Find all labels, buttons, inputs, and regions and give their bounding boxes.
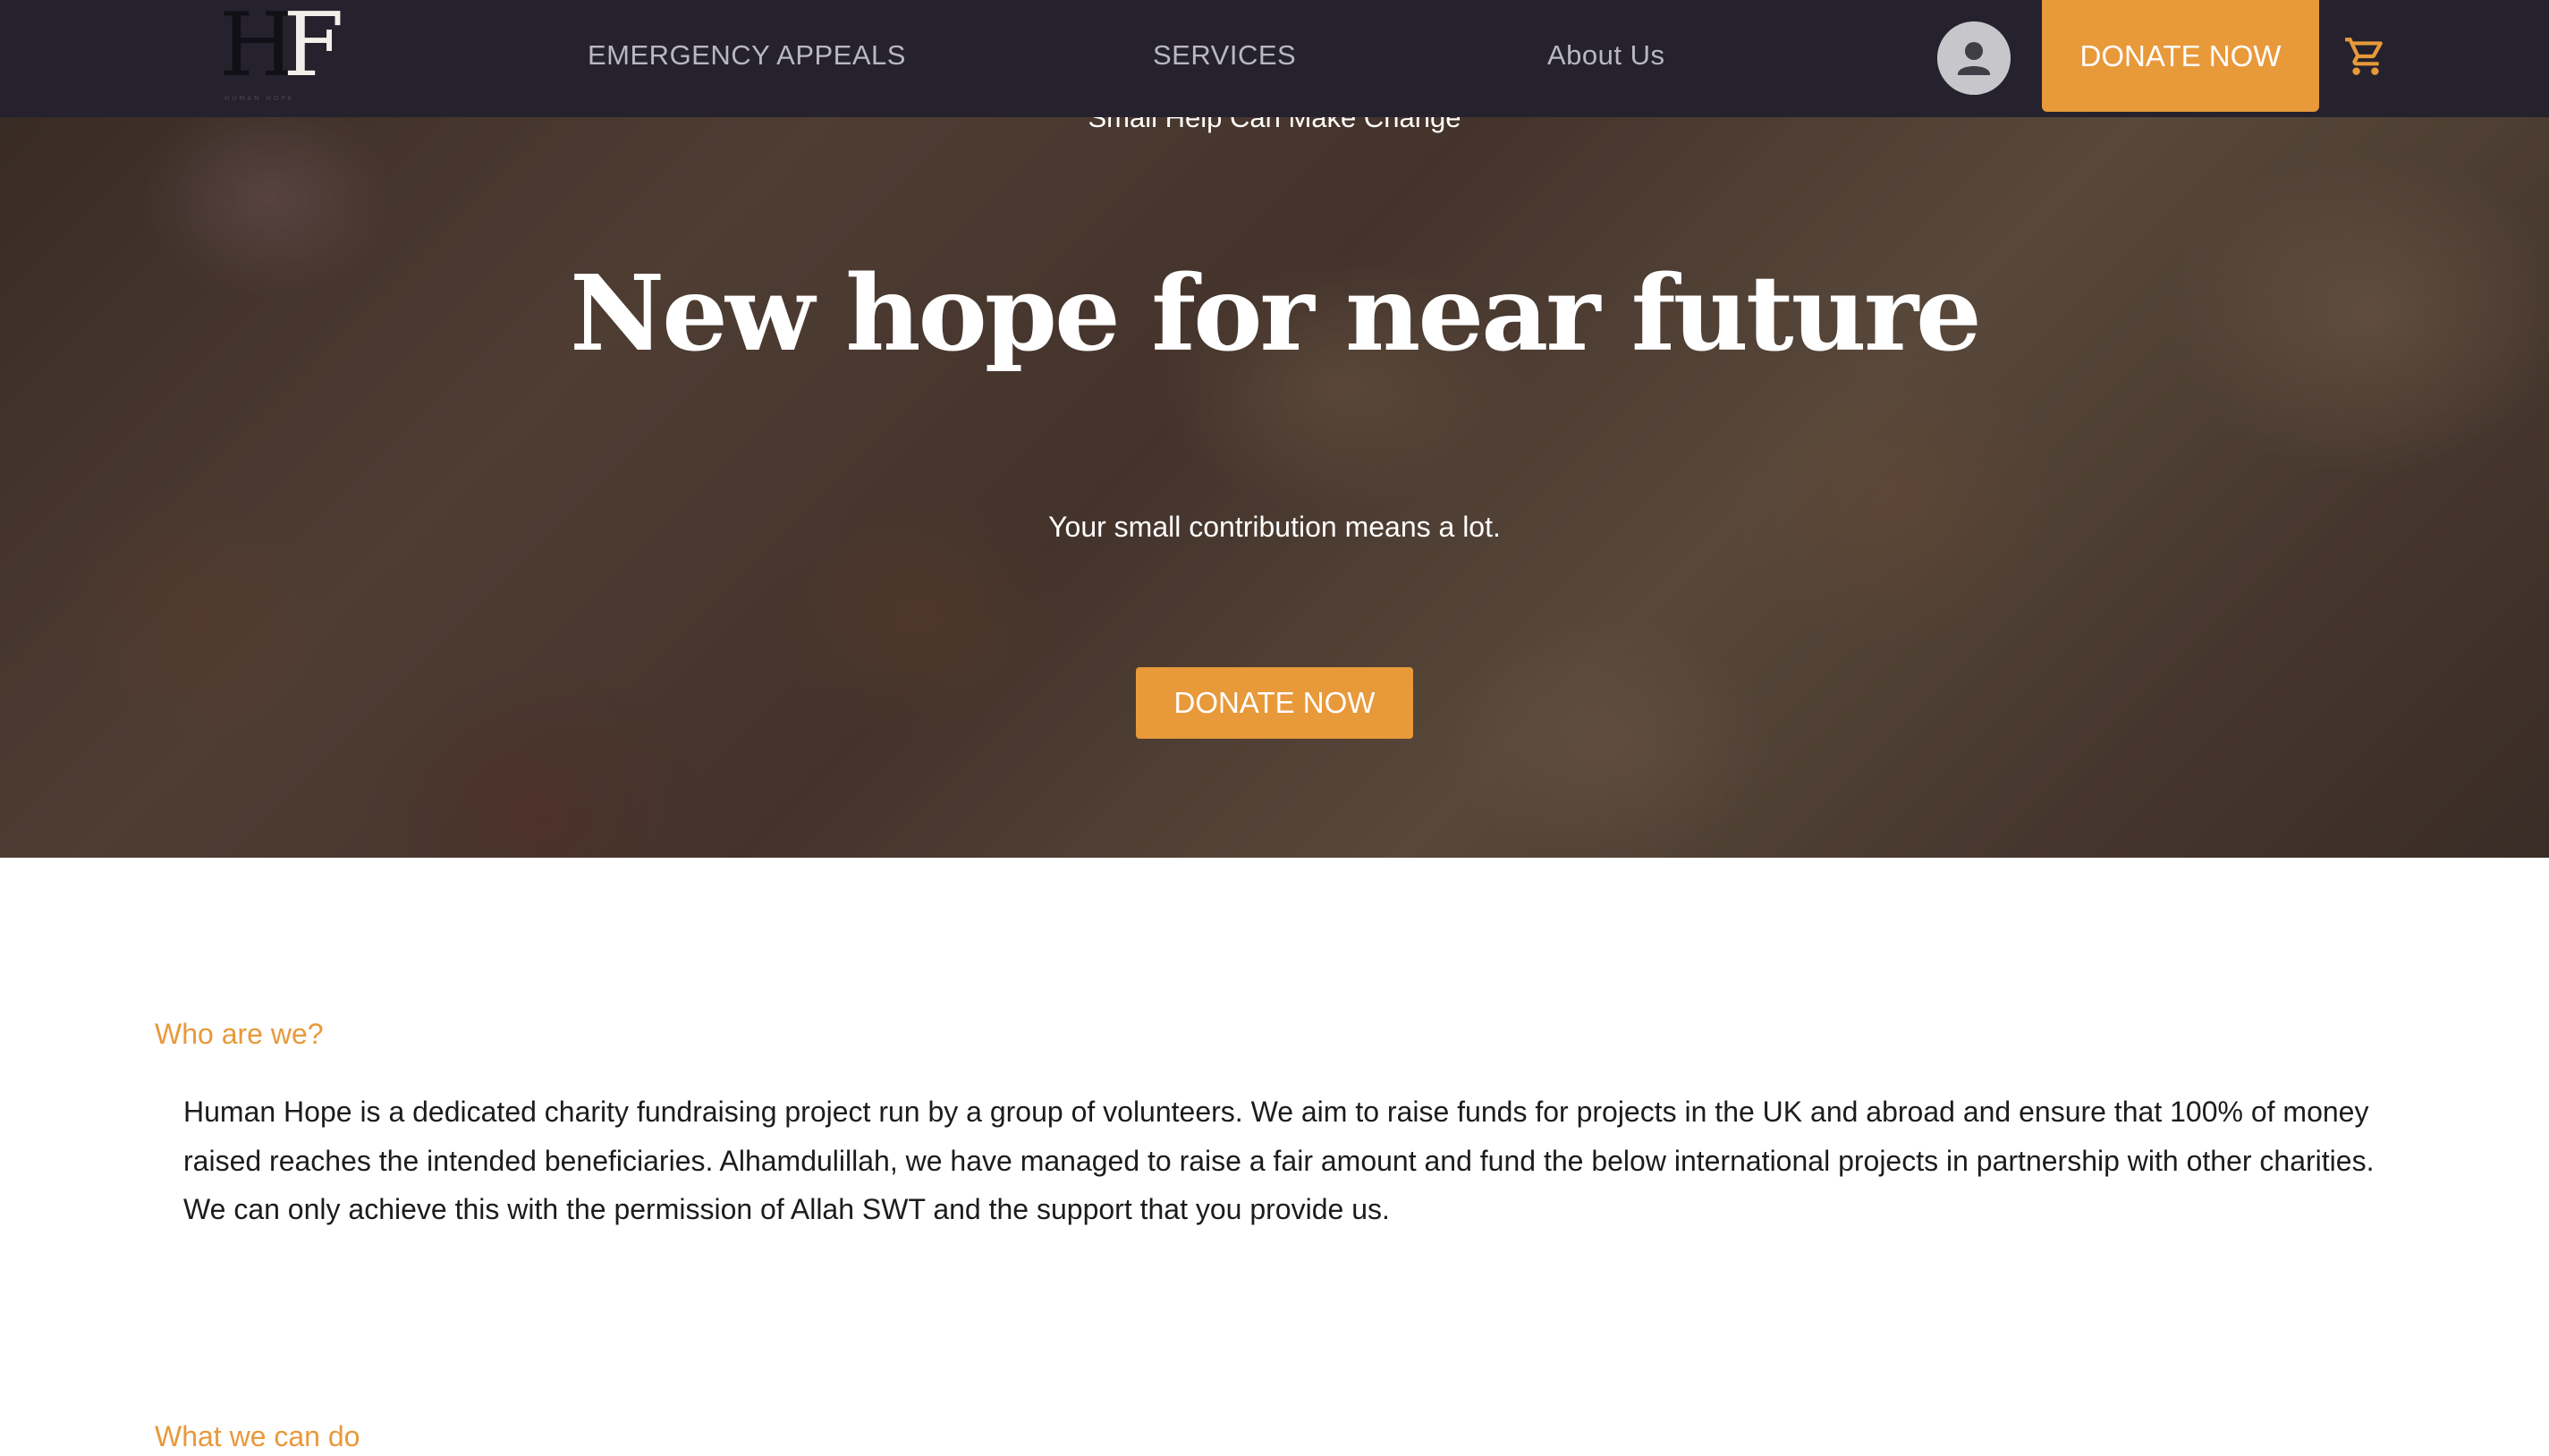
site-logo[interactable]: HF HUMAN HOPE	[219, 2, 343, 106]
nav-emergency-appeals[interactable]: EMERGENCY APPEALS	[588, 36, 906, 75]
shopping-cart-icon[interactable]	[2343, 34, 2388, 79]
who-are-we-heading: Who are we?	[155, 1018, 324, 1050]
hero-kicker: Small Help Can Make Change	[1088, 117, 1461, 133]
hero-subtitle: Your small contribution means a lot.	[1048, 511, 1501, 543]
site-header: HF HUMAN HOPE EMERGENCY APPEALS SERVICES…	[0, 0, 2549, 117]
hero-banner: Small Help Can Make Change New hope for …	[0, 117, 2549, 858]
logo-mark: HF	[219, 0, 343, 97]
nav-about-us[interactable]: About Us	[1547, 36, 1665, 75]
hero-content: Small Help Can Make Change New hope for …	[0, 117, 2549, 858]
logo-subtext: HUMAN HOPE	[224, 95, 295, 102]
about-paragraph: Human Hope is a dedicated charity fundra…	[183, 1096, 2375, 1225]
header-donate-button[interactable]: DONATE NOW	[2042, 0, 2319, 112]
hero-title: New hope for near future	[570, 253, 1982, 375]
user-circle-icon[interactable]	[1937, 21, 2011, 95]
hero-donate-button[interactable]: DONATE NOW	[1136, 667, 1413, 739]
what-we-can-do-heading: What we can do	[155, 1420, 360, 1452]
nav-services[interactable]: SERVICES	[1153, 36, 1296, 75]
